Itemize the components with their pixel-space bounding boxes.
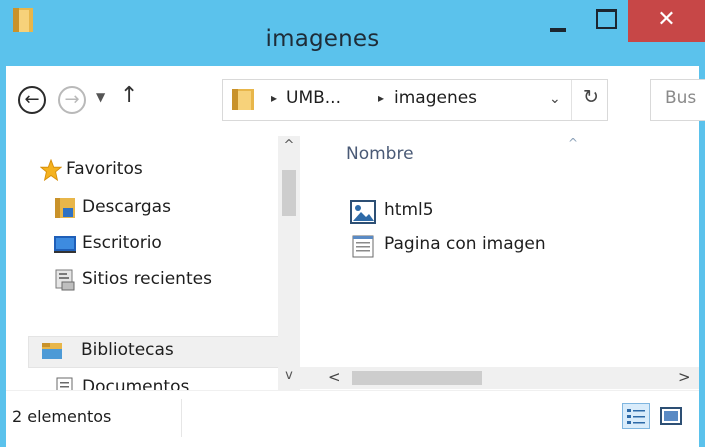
nav-item-bibliotecas[interactable]: Bibliotecas <box>28 336 296 368</box>
image-file-icon <box>350 200 376 224</box>
address-bar[interactable]: ▸ UMB... ▸ imagenes ⌄ ↻ <box>222 79 608 121</box>
large-icons-view-button[interactable] <box>658 403 684 429</box>
star-icon <box>40 159 62 181</box>
breadcrumb-imagenes[interactable]: imagenes <box>394 88 477 108</box>
scroll-down-button[interactable]: v <box>278 368 300 383</box>
large-icons-view-icon <box>660 407 682 425</box>
navigation-bar: ← → ▼ ↑ ▸ UMB... ▸ imagenes ⌄ ↻ Bus <box>6 66 705 136</box>
close-button[interactable]: ✕ <box>628 0 705 42</box>
search-input[interactable]: Bus <box>650 79 705 121</box>
forward-button[interactable]: → <box>58 86 86 114</box>
divider <box>181 399 182 437</box>
file-list-scrollbar[interactable]: < > <box>300 367 699 389</box>
refresh-icon[interactable]: ↻ <box>583 86 599 108</box>
scrollbar-thumb[interactable] <box>282 170 296 216</box>
details-view-button[interactable] <box>622 403 650 429</box>
breadcrumb-umb[interactable]: UMB... <box>286 88 341 108</box>
breadcrumb-separator: ▸ <box>271 91 278 105</box>
scroll-up-button[interactable]: ^ <box>278 138 300 153</box>
downloads-folder-icon <box>55 198 75 218</box>
nav-item-sitios-recientes[interactable]: Sitios recientes <box>6 266 270 298</box>
up-button[interactable]: ↑ <box>120 83 138 108</box>
maximize-button[interactable] <box>582 0 628 42</box>
column-header-nombre[interactable]: Nombre <box>346 144 414 164</box>
recent-locations-dropdown[interactable]: ▼ <box>96 90 105 104</box>
nav-item-descargas[interactable]: Descargas <box>6 194 270 226</box>
item-count: 2 elementos <box>12 407 112 426</box>
scroll-left-button[interactable]: < <box>328 368 341 386</box>
address-dropdown-icon[interactable]: ⌄ <box>549 91 561 107</box>
minimize-button[interactable] <box>536 0 582 42</box>
folder-icon <box>232 89 254 110</box>
breadcrumb-separator: ▸ <box>378 91 385 105</box>
explorer-window: imagenes ✕ ← → ▼ ↑ ▸ UMB... ▸ imagenes ⌄ <box>0 0 705 447</box>
back-button[interactable]: ← <box>18 86 46 114</box>
libraries-icon <box>42 343 62 359</box>
nav-item-escritorio[interactable]: Escritorio <box>6 230 270 262</box>
title-bar[interactable]: imagenes ✕ <box>0 0 705 66</box>
sort-ascending-icon: ^ <box>568 136 579 150</box>
nav-item-favoritos[interactable]: Favoritos <box>6 156 270 188</box>
scrollbar-thumb[interactable] <box>352 371 482 385</box>
navigation-pane: Favoritos Descargas Escritorio Sitios re… <box>6 136 300 407</box>
divider <box>571 80 572 120</box>
details-view-icon <box>627 409 645 424</box>
text-document-icon <box>352 235 374 258</box>
desktop-icon <box>54 236 76 253</box>
recent-places-icon <box>55 269 75 291</box>
scroll-right-button[interactable]: > <box>678 368 691 386</box>
client-area: ← → ▼ ↑ ▸ UMB... ▸ imagenes ⌄ ↻ Bus Favo… <box>6 66 705 447</box>
status-bar: 2 elementos <box>6 390 699 442</box>
navigation-pane-scrollbar[interactable]: ^ v <box>278 136 300 390</box>
